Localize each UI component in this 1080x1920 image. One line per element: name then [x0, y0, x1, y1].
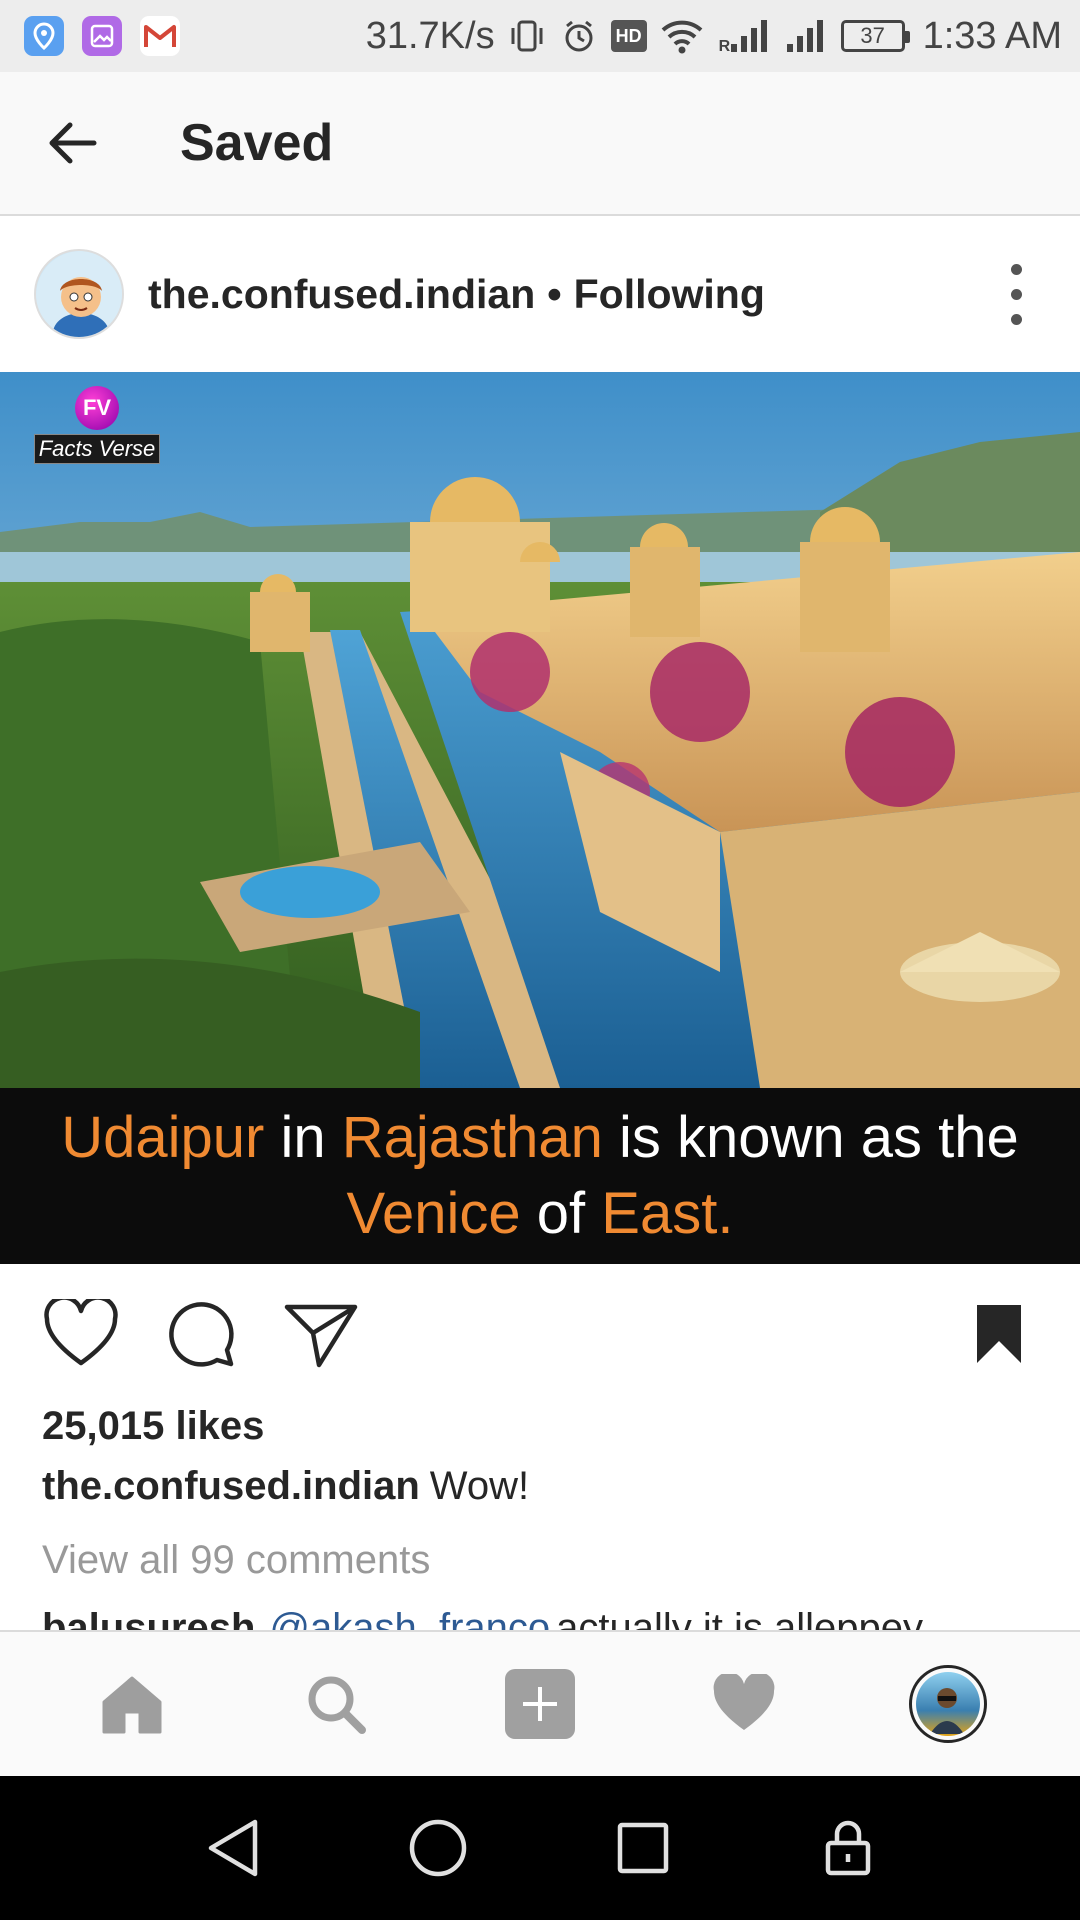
page-title: Saved [180, 114, 334, 172]
heart-icon [713, 1674, 775, 1730]
post-image[interactable]: FV Facts Verse Udaipur in Rajasthan is k… [0, 372, 1080, 1264]
nav-search[interactable] [276, 1644, 396, 1764]
system-back-button[interactable] [188, 1803, 278, 1893]
signal-icon-2 [783, 16, 829, 56]
like-button[interactable] [38, 1291, 124, 1377]
add-post-icon [505, 1669, 575, 1739]
triangle-back-icon [208, 1819, 257, 1877]
profile-avatar [909, 1665, 987, 1743]
more-dots-icon [1010, 263, 1022, 275]
more-options-button[interactable] [986, 249, 1046, 339]
avatar[interactable] [34, 249, 124, 339]
system-recents-button[interactable] [598, 1803, 688, 1893]
image-caption-line-2: Venice of East. [346, 1181, 734, 1246]
comment-preview: balusuresh @akash_franco actually it is al… [42, 1610, 1062, 1630]
watermark-initials: FV [75, 386, 119, 430]
system-lock-button[interactable] [803, 1803, 893, 1893]
clock: 1:33 AM [922, 14, 1062, 57]
status-bar: 31.7K/s HD R 37 1:33 AM [0, 0, 1080, 72]
post-header: the.confused.indian • Following [0, 218, 1080, 370]
comment-button[interactable] [158, 1291, 244, 1377]
maps-icon [24, 16, 64, 56]
watermark-text: Facts Verse [33, 434, 161, 464]
roaming-label: R [718, 38, 731, 55]
gmail-icon [140, 16, 180, 56]
send-icon [284, 1304, 358, 1368]
lock-icon [825, 1820, 870, 1876]
caption-highlight: Udaipur [61, 1105, 265, 1170]
hd-icon: HD [610, 20, 647, 52]
nav-profile[interactable] [888, 1644, 1008, 1764]
post-actions [0, 1264, 1080, 1404]
alarm-icon [559, 16, 599, 56]
back-arrow-icon [49, 122, 97, 164]
comment-text: actually it is alleppey [556, 1610, 923, 1630]
gallery-icon [82, 16, 122, 56]
post-caption: the.confused.indian Wow! [42, 1464, 529, 1509]
profile-picture [916, 1672, 980, 1736]
nav-activity[interactable] [684, 1644, 804, 1764]
back-button[interactable] [0, 71, 144, 215]
follow-status[interactable]: Following [574, 271, 765, 318]
signal-icon-1: R [717, 16, 771, 56]
likes-count[interactable]: 25,015 likes [42, 1404, 264, 1449]
share-button[interactable] [278, 1291, 364, 1377]
palace-photo [0, 372, 1080, 1088]
battery-level: 37 [860, 23, 885, 48]
image-caption-line-1: Udaipur in Rajasthan is known as the [61, 1105, 1019, 1170]
network-speed: 31.7K/s [365, 14, 495, 57]
search-icon [308, 1676, 366, 1734]
image-caption-band: Udaipur in Rajasthan is known as the Ven… [0, 1088, 1080, 1264]
system-home-button[interactable] [393, 1803, 483, 1893]
app-header: Saved [0, 72, 1080, 216]
caption-highlight: Rajasthan [341, 1105, 603, 1170]
comment-username[interactable]: balusuresh [42, 1610, 255, 1630]
home-icon [102, 1676, 162, 1734]
bottom-nav [0, 1630, 1080, 1776]
square-recents-icon [617, 1822, 668, 1874]
caption-username[interactable]: the.confused.indian [42, 1464, 420, 1508]
separator-dot: • [547, 270, 562, 317]
save-button[interactable] [956, 1291, 1042, 1377]
caption-text: Wow! [429, 1464, 530, 1508]
facts-verse-watermark: FV Facts Verse [30, 386, 164, 464]
comment-mention[interactable]: @akash_franco [269, 1610, 550, 1630]
caption-highlight: East. [601, 1181, 734, 1246]
system-nav-bar [0, 1776, 1080, 1920]
circle-home-icon [409, 1819, 466, 1877]
nav-new-post[interactable] [480, 1644, 600, 1764]
caption-highlight: Venice [346, 1181, 521, 1246]
view-all-comments-link[interactable]: View all 99 comments [42, 1538, 430, 1583]
nav-home[interactable] [72, 1644, 192, 1764]
wifi-icon [659, 16, 705, 56]
bookmark-filled-icon [977, 1305, 1021, 1363]
comment-icon [169, 1302, 234, 1367]
battery-icon: 37 [840, 20, 910, 52]
vibrate-icon [507, 16, 547, 56]
post-username[interactable]: the.confused.indian [148, 271, 535, 318]
heart-outline-icon [44, 1299, 118, 1366]
